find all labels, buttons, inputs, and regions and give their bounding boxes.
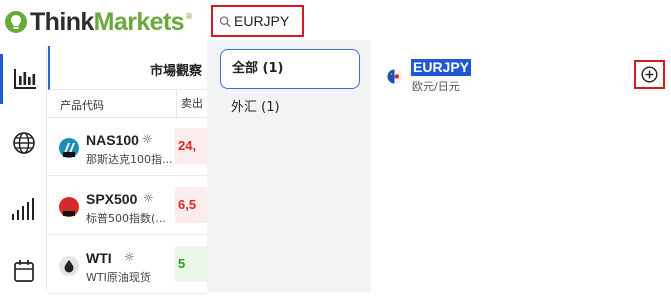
watchlist-title: 市場觀察 [150,64,203,79]
watchlist-header: 市場觀察 [48,46,207,90]
nav-watchlist[interactable] [0,54,47,104]
left-nav-rail [0,46,47,292]
chart-bars-icon [14,69,36,89]
search-box[interactable] [211,5,304,37]
search-results: EURJPY 欧元/日元 [371,40,671,292]
watchlist-panel: 市場觀察 产品代码 卖出 NAS100 ☼ 那斯达克100指... 24, SP… [48,46,207,294]
row-sell-price[interactable]: 5 [175,246,207,282]
calendar-icon [13,260,34,282]
row-symbol: WTI [86,250,112,266]
search-input[interactable] [234,13,302,29]
plus-circle-icon [641,66,658,83]
category-forex[interactable]: 外汇 (1) [220,88,360,128]
watchlist-row[interactable]: WTI ☼ WTI原油现货 5 [48,236,207,294]
result-symbol: EURJPY [411,59,472,76]
search-icon [219,15,231,27]
signal-bars-icon [11,198,34,220]
search-bar [207,0,671,40]
column-product-code: 产品代码 [60,99,104,112]
row-description: 标普500指数(... [86,212,166,225]
nas100-icon [59,138,79,158]
oil-drop-icon [59,256,79,276]
spx500-icon [59,197,79,217]
row-description: 那斯达克100指... [86,153,173,166]
watchlist-row[interactable]: SPX500 ☼ 标普500指数(... 6,5 [48,177,207,235]
nav-signals[interactable] [0,184,47,234]
result-description: 欧元/日元 [412,80,460,93]
nav-calendar[interactable] [0,246,47,296]
row-description: WTI原油现货 [86,271,151,284]
nav-markets[interactable] [0,118,47,168]
logo-wordmark: ThinkMarkets [30,7,185,36]
search-category-list: 全部 (1) 外汇 (1) [207,40,371,292]
column-sell[interactable]: 卖出 [176,90,207,118]
watchlist-column-header: 产品代码 卖出 [48,90,207,118]
registered-mark: ® [184,12,193,21]
thinkmarkets-logo[interactable]: ThinkMarkets ® [4,6,193,38]
row-symbol: SPX500 [86,191,138,207]
globe-icon [12,132,35,154]
row-sell-price[interactable]: 24, [175,128,207,164]
row-sell-price[interactable]: 6,5 [175,187,207,223]
lightbulb-logo-icon [5,11,27,33]
eu-jp-flag-icon [387,69,402,84]
market-open-sun-icon: ☼ [124,250,135,264]
add-to-watchlist-button[interactable] [634,60,665,89]
category-all[interactable]: 全部 (1) [220,49,360,89]
row-symbol: NAS100 [86,132,139,148]
market-open-sun-icon: ☼ [142,132,153,146]
market-open-sun-icon: ☼ [143,191,154,205]
watchlist-row[interactable]: NAS100 ☼ 那斯达克100指... 24, [48,118,207,176]
